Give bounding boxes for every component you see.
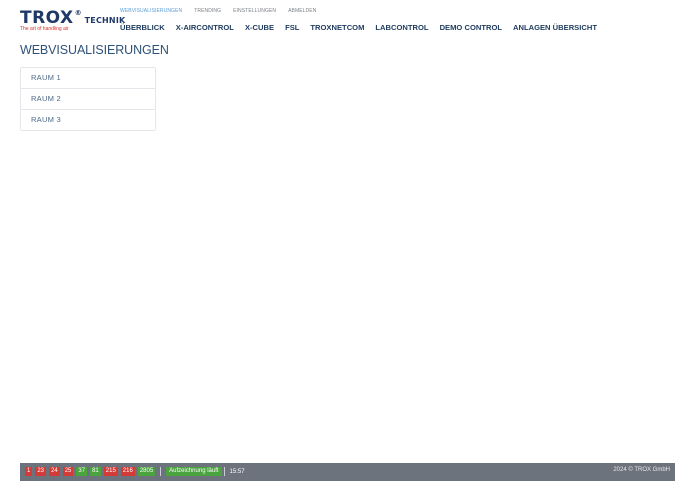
logo-tagline: The art of handling air [20, 26, 69, 32]
sub-navigation: WEBVISUALISIERUNGEN TRENDING EINSTELLUNG… [120, 8, 316, 14]
copyright-text: 2024 © TROX GmbH [613, 467, 670, 473]
status-divider [160, 467, 162, 476]
recording-status-badge: Aufzeichnung läuft [166, 467, 222, 476]
subnav-trending[interactable]: TRENDING [194, 8, 221, 14]
logo-name: TROX [20, 8, 74, 28]
status-chip-24[interactable]: 24 [49, 467, 60, 476]
subnav-abmelden[interactable]: ABMELDEN [288, 8, 316, 14]
nav-fsl[interactable]: FSL [285, 23, 299, 32]
header: TROX®TECHNIK The art of handling air WEB… [0, 0, 681, 40]
status-chip-2805[interactable]: 2805 [137, 467, 156, 476]
status-divider [223, 467, 225, 476]
room-item-raum-1[interactable]: RAUM 1 [21, 68, 155, 88]
status-chip-25[interactable]: 25 [62, 467, 74, 476]
nav-troxnetcom[interactable]: TROXNETCOM [310, 23, 364, 32]
nav-ueberblick[interactable]: ÜBERBLICK [120, 23, 165, 32]
status-chip-37[interactable]: 37 [76, 467, 88, 476]
logo-registered: ® [74, 9, 82, 17]
status-chip-1[interactable]: 1 [25, 467, 33, 476]
nav-labcontrol[interactable]: LABCONTROL [375, 23, 428, 32]
trox-logo[interactable]: TROX®TECHNIK The art of handling air [20, 8, 125, 36]
room-item-raum-3[interactable]: RAUM 3 [21, 109, 155, 130]
nav-demo-control[interactable]: DEMO CONTROL [440, 23, 502, 32]
logo-wordmark: TROX®TECHNIK [20, 8, 125, 28]
status-chip-23[interactable]: 23 [35, 467, 47, 476]
clock-time: 15:57 [229, 468, 245, 475]
main-navigation: ÜBERBLICK X-AIRCONTROL X-CUBE FSL TROXNE… [120, 23, 597, 32]
page-title: WEBVISUALISIERUNGEN [20, 43, 169, 57]
room-list: RAUM 1 RAUM 2 RAUM 3 [20, 67, 156, 131]
nav-x-cube[interactable]: X-CUBE [245, 23, 274, 32]
status-chip-215[interactable]: 215 [103, 467, 118, 476]
status-chip-216[interactable]: 216 [120, 467, 135, 476]
status-bar: 1 23 24 25 37 81 215 216 2805 Aufzeichnu… [20, 463, 675, 481]
status-indicators: 1 23 24 25 37 81 215 216 2805 Aufzeichnu… [25, 467, 245, 476]
room-item-raum-2[interactable]: RAUM 2 [21, 88, 155, 109]
nav-anlagen-uebersicht[interactable]: ANLAGEN ÜBERSICHT [513, 23, 597, 32]
status-chip-81[interactable]: 81 [90, 467, 101, 476]
subnav-einstellungen[interactable]: EINSTELLUNGEN [233, 8, 276, 14]
subnav-webvisualisierungen[interactable]: WEBVISUALISIERUNGEN [120, 8, 182, 14]
nav-x-aircontrol[interactable]: X-AIRCONTROL [176, 23, 234, 32]
